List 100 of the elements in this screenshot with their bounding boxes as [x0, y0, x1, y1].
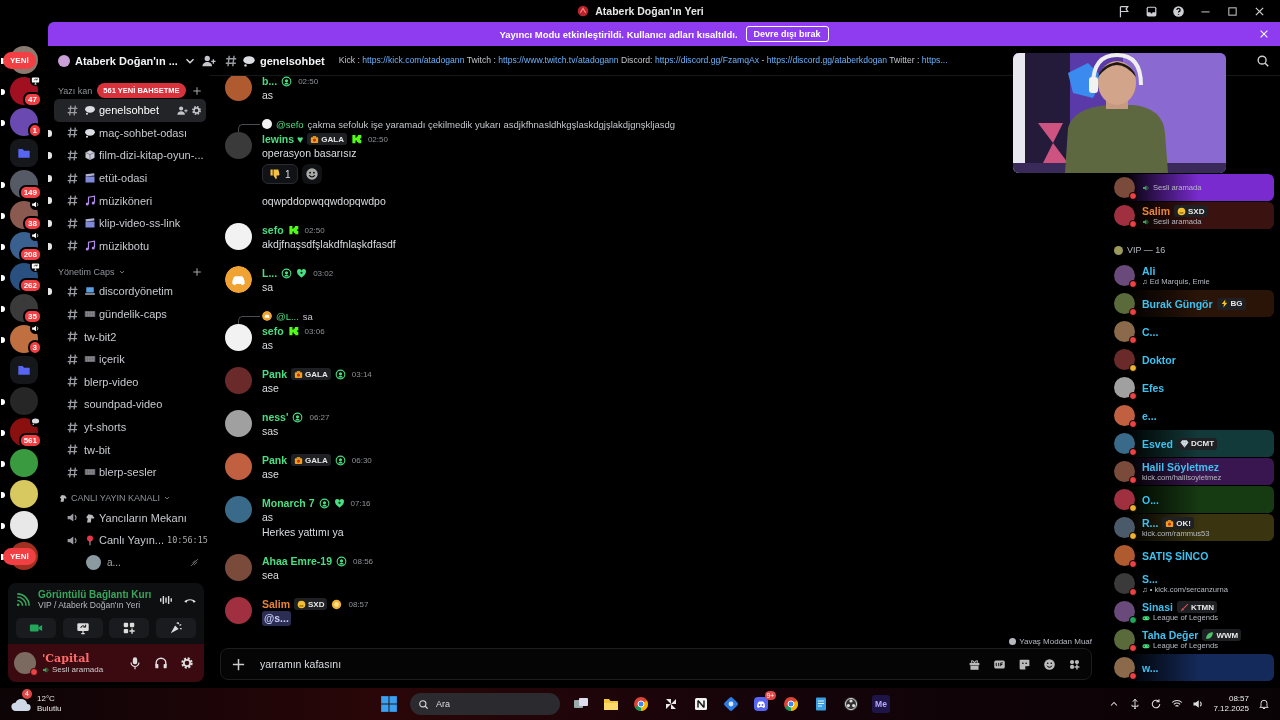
- channel-item[interactable]: maç-sohbet-odası: [54, 121, 206, 145]
- topic-link[interactable]: https://www.twitch.tv/atadogann: [498, 55, 619, 65]
- member-item[interactable]: Doktor: [1108, 346, 1274, 373]
- category-label[interactable]: CANLI YAYIN KANALI: [71, 493, 161, 503]
- inbox-icon[interactable]: [1145, 4, 1158, 18]
- topic-link[interactable]: https://discord.gg/FzamqAx: [654, 55, 759, 65]
- channel-item[interactable]: müziköneri: [54, 189, 206, 212]
- start-icon[interactable]: [380, 695, 398, 713]
- member-item[interactable]: C...: [1108, 318, 1274, 345]
- pinwheel-icon[interactable]: [663, 696, 679, 712]
- voice-location[interactable]: VIP / Ataberk Doğan'ın Yeri: [38, 600, 152, 610]
- channel-item[interactable]: müzikbotu: [54, 234, 206, 258]
- topic-link[interactable]: https://kick.com/atadogann: [362, 55, 465, 65]
- soundboard-button[interactable]: [155, 618, 196, 638]
- username[interactable]: Salim: [262, 598, 290, 610]
- microphone-icon[interactable]: [128, 656, 142, 670]
- sync-icon[interactable]: [1150, 698, 1163, 710]
- add-channel-icon[interactable]: [192, 85, 202, 96]
- topic-link[interactable]: https://discord.gg/ataberkdogan: [766, 55, 888, 65]
- sticker-icon[interactable]: [1018, 657, 1031, 671]
- screen-share-button[interactable]: [62, 618, 103, 638]
- activities-button[interactable]: [109, 618, 150, 638]
- username[interactable]: ness': [262, 411, 289, 423]
- username[interactable]: lewins ♥: [262, 133, 304, 145]
- username[interactable]: b...: [262, 76, 278, 87]
- username[interactable]: Pank: [262, 454, 288, 466]
- channel-item[interactable]: discordyönetim: [54, 280, 206, 303]
- server-icon[interactable]: [10, 511, 38, 539]
- reply-mention[interactable]: @L...: [276, 310, 299, 322]
- headphones-icon[interactable]: [154, 656, 168, 670]
- search-icon[interactable]: [1256, 53, 1270, 68]
- channel-item[interactable]: tw-bit2: [54, 325, 206, 348]
- server-folder[interactable]: [10, 356, 38, 384]
- channel-item[interactable]: gündelik-caps: [54, 302, 206, 326]
- attach-icon[interactable]: [231, 656, 246, 672]
- username[interactable]: L...: [262, 267, 278, 279]
- topic-link[interactable]: https...: [921, 55, 948, 65]
- folder-icon[interactable]: [603, 696, 619, 712]
- username[interactable]: sefo: [262, 325, 284, 337]
- camera-button[interactable]: [16, 618, 56, 638]
- diamond-app-icon[interactable]: [723, 696, 739, 712]
- browser-icon[interactable]: [633, 696, 649, 712]
- volume-icon[interactable]: [1192, 698, 1205, 710]
- channel-item[interactable]: tw-bit: [54, 438, 206, 461]
- voice-channel[interactable]: Canlı Yayın... 10:56:15: [54, 529, 206, 552]
- flag-icon[interactable]: [1118, 4, 1131, 18]
- browser-icon[interactable]: [783, 696, 799, 712]
- message-input[interactable]: yarramın kafasını: [260, 658, 954, 670]
- emoji-icon[interactable]: [1043, 657, 1056, 671]
- channel-item[interactable]: blerp-video: [54, 370, 206, 394]
- help-icon[interactable]: [1172, 4, 1185, 18]
- member-item[interactable]: e...: [1108, 402, 1274, 429]
- username[interactable]: sefo: [262, 224, 284, 236]
- add-channel-icon[interactable]: [192, 266, 202, 277]
- settings-icon[interactable]: [180, 656, 194, 670]
- reply-mention[interactable]: @sefo: [276, 118, 304, 130]
- channel-item[interactable]: yt-shorts: [54, 415, 206, 439]
- disable-button[interactable]: Devre dışı bırak: [745, 26, 829, 42]
- user-mention[interactable]: @s...: [262, 611, 291, 626]
- category-label[interactable]: Yazı kan: [58, 85, 93, 96]
- apps-icon[interactable]: [1068, 657, 1081, 671]
- notification-icon[interactable]: [1258, 698, 1270, 710]
- notepad-icon[interactable]: [813, 696, 829, 712]
- voice-channel[interactable]: Yancıların Mekanı: [54, 506, 206, 530]
- username[interactable]: Monarch 7: [262, 497, 315, 509]
- member-item[interactable]: Efes: [1108, 374, 1274, 401]
- chevron-icon[interactable]: [163, 494, 172, 502]
- reaction-button[interactable]: 1: [262, 164, 298, 184]
- recorder-icon[interactable]: [843, 696, 859, 712]
- gif-icon[interactable]: [993, 657, 1006, 671]
- channel-item[interactable]: film-dizi-kitap-oyun-...: [54, 144, 206, 167]
- usb-icon[interactable]: [1129, 698, 1142, 710]
- channel-item[interactable]: içerik: [54, 347, 206, 371]
- pin-icon: [84, 534, 96, 547]
- member-item[interactable]: SATIŞ SİNCO: [1108, 542, 1274, 569]
- channel-item[interactable]: klip-video-ss-link: [54, 211, 206, 235]
- add-reaction-button[interactable]: [301, 164, 322, 184]
- avatar[interactable]: [14, 652, 36, 674]
- search-field[interactable]: Ara: [410, 693, 560, 715]
- server-name[interactable]: Ataberk Doğan'ın ...: [75, 55, 178, 67]
- settings-icon[interactable]: [191, 104, 202, 116]
- gift-icon[interactable]: [968, 657, 981, 671]
- reply-preview[interactable]: sa: [302, 310, 313, 322]
- server-folder[interactable]: [10, 139, 38, 167]
- notes-app-icon[interactable]: [693, 696, 709, 712]
- chat-app-icon[interactable]: [753, 696, 769, 712]
- message-field[interactable]: yarramın kafasını: [220, 648, 1092, 680]
- invite-icon[interactable]: [201, 54, 216, 68]
- add-member-icon[interactable]: [177, 104, 188, 116]
- category-label[interactable]: Yönetim Caps: [58, 266, 115, 277]
- server-icon[interactable]: [10, 480, 38, 508]
- channel-item[interactable]: etüt-odasi: [54, 166, 206, 190]
- maximize-icon[interactable]: [1226, 4, 1239, 18]
- reply-preview[interactable]: çakma sefoluk işe yaramadı çekilmedik yukarı asdjkfhnasldhkgşlaskdgjşlakdjgnşkljasdg: [307, 118, 676, 130]
- username[interactable]: Pank: [262, 368, 288, 380]
- channel-item[interactable]: blerp-sesler: [54, 460, 206, 484]
- username[interactable]: Ahaa Emre-19: [262, 555, 333, 567]
- channel-item[interactable]: genelsohbet: [54, 99, 206, 122]
- taskbar-app[interactable]: Me: [872, 695, 890, 713]
- channel-item[interactable]: soundpad-video: [54, 393, 206, 416]
